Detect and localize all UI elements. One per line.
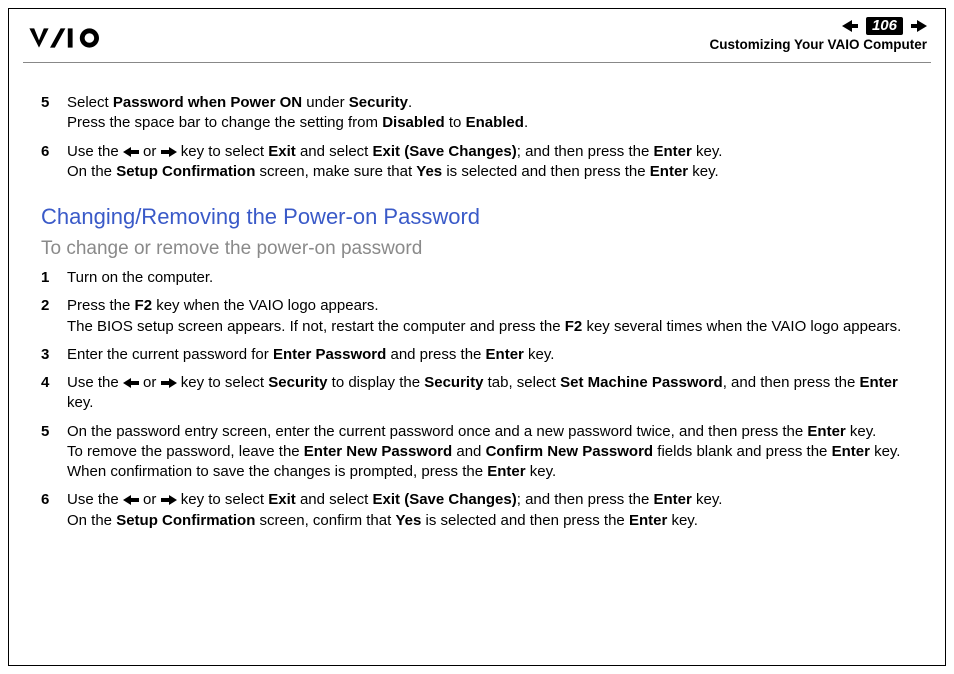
step-body: On the password entry screen, enter the … bbox=[67, 422, 913, 483]
step-number: 3 bbox=[41, 345, 67, 365]
main-step-list: 1Turn on the computer.2Press the F2 key … bbox=[41, 268, 913, 531]
left-arrow-icon bbox=[123, 374, 139, 391]
prev-page-arrow-icon[interactable] bbox=[842, 20, 858, 32]
heading-changing-removing: Changing/Removing the Power-on Password bbox=[41, 204, 913, 230]
subheading-procedure: To change or remove the power-on passwor… bbox=[41, 238, 913, 260]
page-nav: 106 Customizing Your VAIO Computer bbox=[709, 17, 927, 52]
right-arrow-icon bbox=[161, 143, 177, 160]
step-item: 1Turn on the computer. bbox=[41, 268, 913, 288]
step-body: Use the or key to select Exit and select… bbox=[67, 142, 913, 183]
step-item: 6Use the or key to select Exit and selec… bbox=[41, 142, 913, 183]
left-arrow-icon bbox=[123, 143, 139, 160]
step-item: 6Use the or key to select Exit and selec… bbox=[41, 490, 913, 531]
step-body: Use the or key to select Exit and select… bbox=[67, 490, 913, 531]
step-number: 4 bbox=[41, 373, 67, 393]
step-item: 2Press the F2 key when the VAIO logo app… bbox=[41, 296, 913, 337]
step-item: 4Use the or key to select Security to di… bbox=[41, 373, 913, 414]
next-page-arrow-icon[interactable] bbox=[911, 20, 927, 32]
top-step-list: 5Select Password when Power ON under Sec… bbox=[41, 93, 913, 182]
header-bar: 106 Customizing Your VAIO Computer bbox=[23, 15, 931, 63]
page-frame: 106 Customizing Your VAIO Computer 5Sele… bbox=[8, 8, 946, 666]
step-body: Enter the current password for Enter Pas… bbox=[67, 345, 913, 365]
step-body: Press the F2 key when the VAIO logo appe… bbox=[67, 296, 913, 337]
step-number: 6 bbox=[41, 142, 67, 162]
step-number: 5 bbox=[41, 422, 67, 442]
step-number: 6 bbox=[41, 490, 67, 510]
step-number: 1 bbox=[41, 268, 67, 288]
page-number: 106 bbox=[866, 17, 903, 35]
right-arrow-icon bbox=[161, 374, 177, 391]
step-number: 5 bbox=[41, 93, 67, 113]
step-item: 5On the password entry screen, enter the… bbox=[41, 422, 913, 483]
step-item: 5Select Password when Power ON under Sec… bbox=[41, 93, 913, 134]
right-arrow-icon bbox=[161, 491, 177, 508]
step-number: 2 bbox=[41, 296, 67, 316]
section-title: Customizing Your VAIO Computer bbox=[709, 37, 927, 52]
vaio-logo bbox=[27, 25, 123, 55]
step-item: 3Enter the current password for Enter Pa… bbox=[41, 345, 913, 365]
step-body: Turn on the computer. bbox=[67, 268, 913, 288]
left-arrow-icon bbox=[123, 491, 139, 508]
step-body: Select Password when Power ON under Secu… bbox=[67, 93, 913, 134]
step-body: Use the or key to select Security to dis… bbox=[67, 373, 913, 414]
content-area: 5Select Password when Power ON under Sec… bbox=[9, 63, 945, 531]
